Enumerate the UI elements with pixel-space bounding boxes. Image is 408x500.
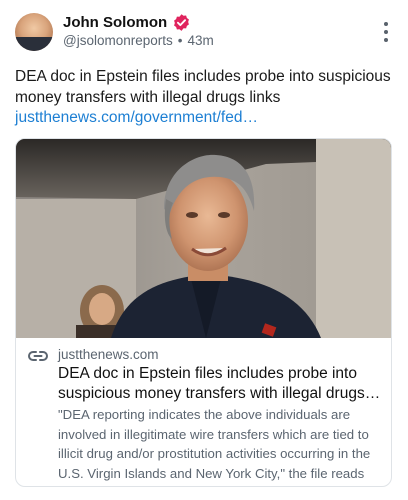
author-handle[interactable]: @jsolomonreports: [63, 33, 173, 48]
link-icon: [28, 351, 48, 361]
link-preview-card[interactable]: justthenews.com DEA doc in Epstein files…: [15, 138, 392, 487]
card-image: [16, 139, 391, 338]
card-info: justthenews.com DEA doc in Epstein files…: [16, 338, 391, 486]
post-body: DEA doc in Epstein files includes probe …: [15, 67, 395, 129]
author-row: John Solomon: [63, 13, 191, 32]
card-photo: [16, 139, 391, 338]
post-time[interactable]: 43m: [187, 33, 213, 48]
more-vertical-icon: [384, 22, 388, 26]
author-name[interactable]: John Solomon: [63, 14, 167, 31]
social-post: John Solomon @jsolomonreports • 43m DEA …: [0, 0, 408, 500]
more-options-button[interactable]: [381, 22, 391, 42]
post-meta: @jsolomonreports • 43m: [63, 33, 214, 48]
meta-separator: •: [177, 33, 183, 48]
post-text: DEA doc in Epstein files includes probe …: [15, 68, 391, 106]
avatar[interactable]: [15, 13, 53, 51]
verified-badge-icon: [174, 14, 190, 31]
card-description: "DEA reporting indicates the above indiv…: [58, 407, 371, 481]
card-title[interactable]: DEA doc in Epstein files includes probe …: [58, 364, 383, 404]
card-domain: justthenews.com: [58, 347, 159, 362]
post-link[interactable]: justthenews.com/government/fed…: [15, 108, 395, 129]
